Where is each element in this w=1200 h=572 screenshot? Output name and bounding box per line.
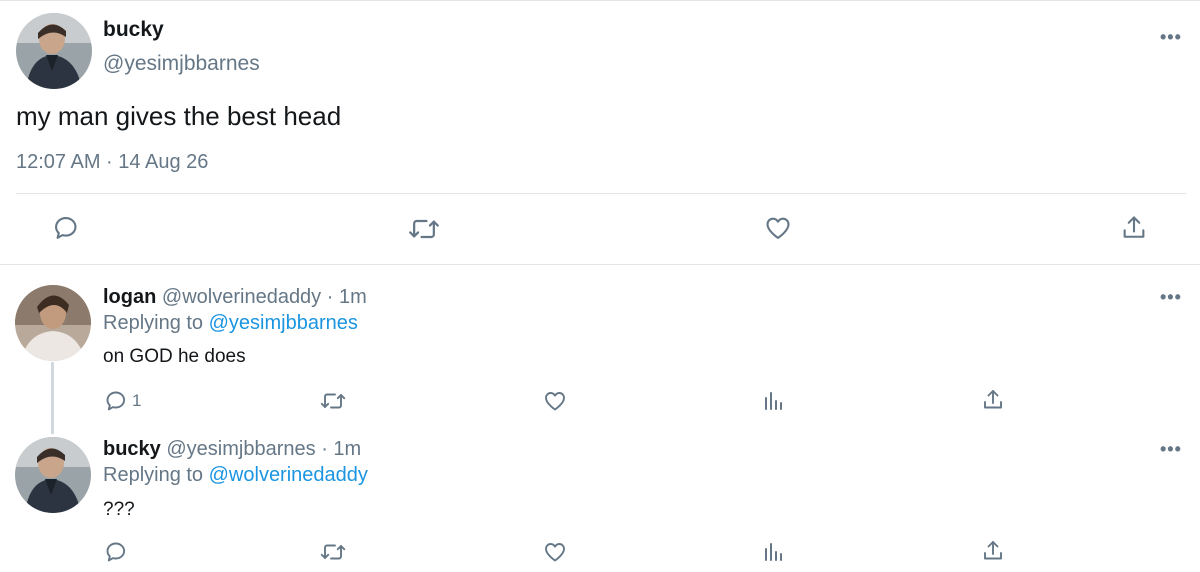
reply-age[interactable]: 1m [333, 438, 361, 460]
retweet-icon[interactable] [319, 540, 347, 564]
reply-icon[interactable] [52, 214, 80, 242]
tweet-text: my man gives the best head [16, 101, 342, 131]
divider [16, 193, 1186, 194]
replying-to-link[interactable]: @yesimjbbarnes [209, 312, 358, 334]
replying-prefix: Replying to [103, 312, 204, 334]
avatar[interactable] [16, 13, 92, 89]
retweet-icon[interactable] [408, 214, 440, 244]
analytics-icon[interactable] [763, 389, 785, 413]
handle[interactable]: @wolverinedaddy [162, 286, 321, 308]
retweet-icon[interactable] [319, 389, 347, 413]
avatar[interactable] [15, 437, 91, 513]
reply-icon[interactable] [104, 389, 128, 413]
like-icon[interactable] [543, 540, 567, 564]
reply-icon[interactable] [104, 540, 128, 564]
reply-header: bucky @yesimjbbarnes · 1m [103, 438, 361, 461]
more-horizontal-icon[interactable]: ••• [1160, 440, 1182, 458]
share-icon[interactable] [981, 388, 1005, 412]
divider [0, 264, 1200, 265]
display-name[interactable]: bucky [103, 438, 161, 460]
handle[interactable]: @yesimjbbarnes [166, 438, 315, 460]
like-icon[interactable] [764, 214, 792, 242]
share-icon[interactable] [1120, 214, 1148, 242]
reply-text: on GOD he does [103, 346, 246, 367]
display-name[interactable]: bucky [103, 18, 164, 42]
more-horizontal-icon[interactable]: ••• [1160, 288, 1182, 306]
tweet-timestamp[interactable]: 12:07 AM · 14 Aug 26 [16, 151, 208, 174]
reply-age[interactable]: 1m [339, 286, 367, 308]
replying-to: Replying to @yesimjbbarnes [103, 312, 358, 335]
reply-count: 1 [132, 391, 142, 410]
share-icon[interactable] [981, 539, 1005, 563]
top-divider [0, 0, 1200, 1]
reply-header: logan @wolverinedaddy · 1m [103, 286, 367, 309]
analytics-icon[interactable] [763, 540, 785, 564]
thread-line [51, 362, 54, 434]
separator: · [326, 286, 334, 308]
display-name[interactable]: logan [103, 286, 156, 308]
like-icon[interactable] [543, 389, 567, 413]
handle[interactable]: @yesimjbbarnes [103, 52, 260, 76]
reply-text: ??? [103, 499, 135, 520]
replying-to: Replying to @wolverinedaddy [103, 464, 368, 487]
replying-to-link[interactable]: @wolverinedaddy [209, 464, 368, 486]
avatar[interactable] [15, 285, 91, 361]
replying-prefix: Replying to [103, 464, 204, 486]
more-horizontal-icon[interactable]: ••• [1160, 28, 1182, 46]
separator: · [321, 438, 328, 460]
